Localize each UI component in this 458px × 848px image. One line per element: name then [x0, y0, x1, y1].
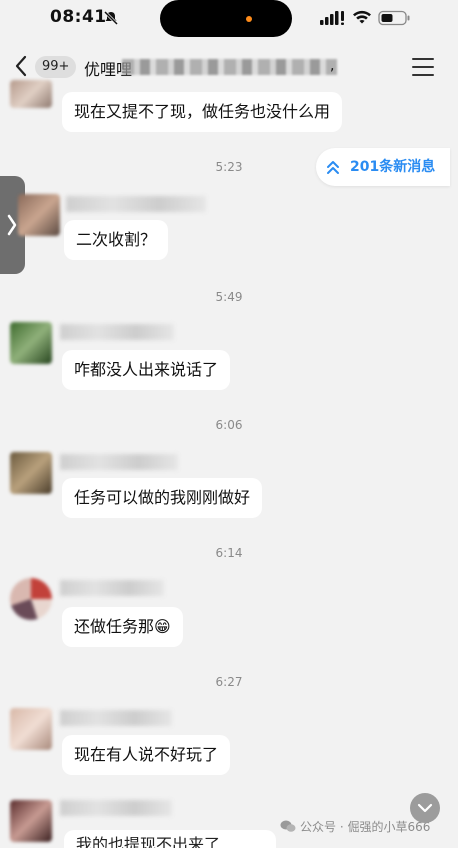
message-bubble[interactable]: 现在有人说不好玩了 [62, 735, 231, 775]
wechat-icon [280, 820, 296, 832]
battery-icon [378, 10, 410, 26]
menu-icon[interactable] [412, 58, 434, 76]
avatar[interactable] [10, 80, 52, 108]
chevron-down-icon [417, 803, 433, 813]
back-arrow-icon[interactable] [12, 54, 30, 78]
message-bubble[interactable]: 现在又提不了现，做任务也没什么用 [62, 92, 343, 132]
message-bubble[interactable]: 还做任务那😁 [62, 607, 183, 647]
message-bubble[interactable]: 任务可以做的我刚刚做好 [62, 478, 263, 518]
message-text: 二次收割？ [76, 230, 157, 249]
sender-name [60, 454, 178, 470]
recording-indicator-icon [246, 16, 252, 22]
sender-name [60, 800, 172, 816]
unread-count-badge[interactable]: 99+ [35, 56, 77, 78]
cellular-signal-icon [320, 11, 344, 25]
message-text: 现在有人说不好玩了 [74, 745, 219, 764]
scroll-to-bottom-button[interactable] [410, 793, 440, 823]
chat-title-blurred [122, 59, 337, 75]
message-text: 我的也提现不出来了 [76, 835, 221, 848]
timestamp: 5:49 [215, 290, 243, 304]
timestamp: 6:14 [215, 546, 243, 560]
bell-muted-icon [103, 10, 119, 26]
sender-name [66, 196, 206, 212]
chat-header: 99+ 优哩哩 , [0, 48, 458, 86]
message-bubble[interactable]: 我的也提现不出来了 [64, 830, 276, 848]
sender-name [60, 324, 174, 340]
status-bar: 08:41 [0, 0, 458, 38]
avatar[interactable] [10, 322, 52, 364]
avatar[interactable] [10, 800, 52, 842]
avatar[interactable] [10, 578, 52, 620]
sender-name [60, 580, 164, 596]
timestamp: 6:27 [215, 675, 243, 689]
wifi-icon [353, 10, 371, 24]
message-text: 任务可以做的我刚刚做好 [74, 488, 251, 507]
avatar[interactable] [10, 452, 52, 494]
message-text: 咋都没人出来说话了 [74, 360, 219, 379]
new-messages-label: 201条新消息 [350, 159, 436, 175]
avatar[interactable] [18, 194, 60, 236]
avatar[interactable] [10, 708, 52, 750]
chat-title-suffix: , [330, 58, 335, 74]
double-chevron-up-icon [327, 161, 339, 174]
message-bubble[interactable]: 二次收割？ [64, 220, 169, 260]
timestamp: 6:06 [215, 418, 243, 432]
chevron-right-icon [7, 214, 17, 236]
dynamic-island [160, 0, 292, 37]
message-bubble[interactable]: 咋都没人出来说话了 [62, 350, 231, 390]
sender-name [60, 710, 172, 726]
status-time: 08:41 [50, 7, 107, 27]
new-messages-button[interactable]: 201条新消息 [316, 148, 450, 186]
message-text: 现在又提不了现，做任务也没什么用 [74, 102, 331, 121]
message-text: 还做任务那😁 [74, 617, 171, 636]
